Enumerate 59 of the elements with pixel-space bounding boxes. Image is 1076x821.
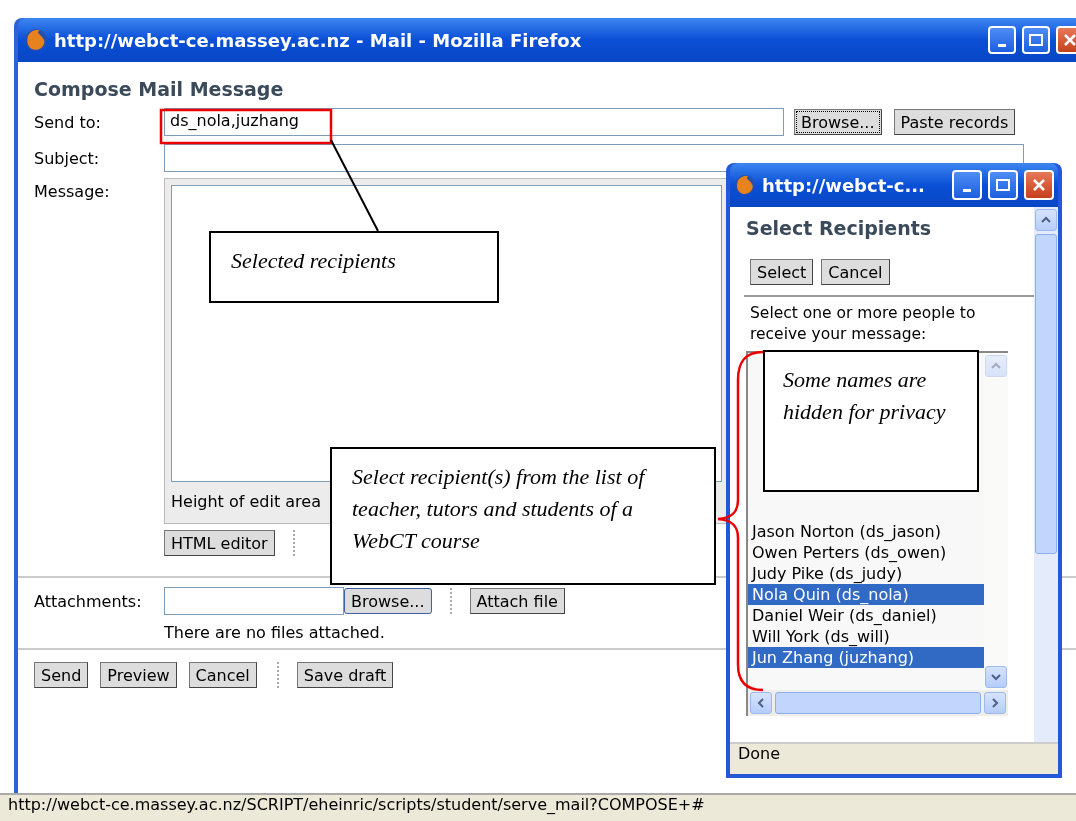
cancel-button[interactable]: Cancel xyxy=(188,662,257,688)
maximize-icon xyxy=(1029,34,1043,46)
attachment-field[interactable] xyxy=(164,587,344,615)
height-label: Height of edit area xyxy=(171,492,321,511)
callout-box: Selected recipients xyxy=(209,231,499,303)
person-item[interactable]: Owen Perters (ds_owen) xyxy=(748,542,984,563)
scroll-left-button[interactable] xyxy=(750,692,772,714)
scroll-up-button[interactable] xyxy=(1035,209,1057,231)
scroll-right-button[interactable] xyxy=(984,692,1006,714)
field-label: Message: xyxy=(34,181,111,201)
page-heading: Compose Mail Message xyxy=(34,78,285,100)
popup-heading: Select Recipients xyxy=(746,217,933,239)
callout-box: Some names are hidden for privacy xyxy=(763,350,979,492)
instructions: Select one or more people to receive your message: xyxy=(749,303,977,345)
browser-logo-icon xyxy=(734,174,756,196)
person-item[interactable]: Daniel Weir (ds_daniel) xyxy=(748,605,984,626)
maximize-icon xyxy=(996,179,1010,191)
chevron-left-icon xyxy=(755,697,767,709)
field-label: Subject: xyxy=(34,148,101,168)
maximize-button[interactable] xyxy=(1022,26,1050,54)
cancel-button[interactable]: Cancel xyxy=(821,259,890,285)
window-title: http://webct-ce.massey.ac.nz - Mail - Mozilla Firefox xyxy=(54,29,583,51)
minimize-icon xyxy=(998,43,1006,47)
popup-title: http://webct-c... xyxy=(762,174,926,196)
close-icon xyxy=(1064,34,1076,46)
minimize-button[interactable] xyxy=(952,170,982,200)
scrollbar-thumb[interactable] xyxy=(775,692,981,714)
status-url: http://webct-ce.massey.ac.nz/SCRIPT/eheinric/scripts/student/serve_mail?COMPOSE+# xyxy=(8,795,705,814)
field-label: Attachments: xyxy=(34,591,143,611)
chevron-right-icon xyxy=(989,697,1001,709)
attachments-note: There are no files attached. xyxy=(163,623,385,642)
popup-status: Done xyxy=(738,744,781,763)
browse-button[interactable]: Browse... xyxy=(344,588,432,614)
person-item[interactable]: Will York (ds_will) xyxy=(748,626,984,647)
callout-box: Select recipient(s) from the list of teacher, tutors and students of a WebCT course xyxy=(330,447,716,585)
html-editor-button[interactable]: HTML editor xyxy=(164,530,275,556)
browser-logo-icon xyxy=(24,28,48,52)
minimize-icon xyxy=(963,188,971,192)
save-draft-button[interactable]: Save draft xyxy=(296,662,394,688)
close-button[interactable] xyxy=(1056,26,1076,54)
close-icon xyxy=(1033,179,1045,191)
attach-file-button[interactable]: Attach file xyxy=(469,588,565,614)
select-button[interactable]: Select xyxy=(750,259,814,285)
person-item[interactable]: Nola Quin (ds_nola) xyxy=(748,584,984,605)
preview-button[interactable]: Preview xyxy=(100,662,177,688)
scroll-down-button[interactable] xyxy=(985,666,1007,688)
send-to-field[interactable]: ds_nola,juzhang xyxy=(164,108,784,136)
close-button[interactable] xyxy=(1024,170,1054,200)
person-item[interactable]: Jason Norton (ds_jason) xyxy=(748,521,984,542)
person-item[interactable]: Jun Zhang (juzhang) xyxy=(748,647,984,668)
send-button[interactable]: Send xyxy=(34,662,89,688)
browse-button[interactable]: Browse... xyxy=(794,109,882,135)
chevron-down-icon xyxy=(990,671,1002,683)
paste-records-button[interactable]: Paste records xyxy=(893,109,1016,135)
person-item[interactable]: Judy Pike (ds_judy) xyxy=(748,563,984,584)
maximize-button[interactable] xyxy=(988,170,1018,200)
field-label: Send to: xyxy=(34,112,102,132)
scrollbar-thumb[interactable] xyxy=(1035,234,1057,554)
minimize-button[interactable] xyxy=(988,26,1016,54)
